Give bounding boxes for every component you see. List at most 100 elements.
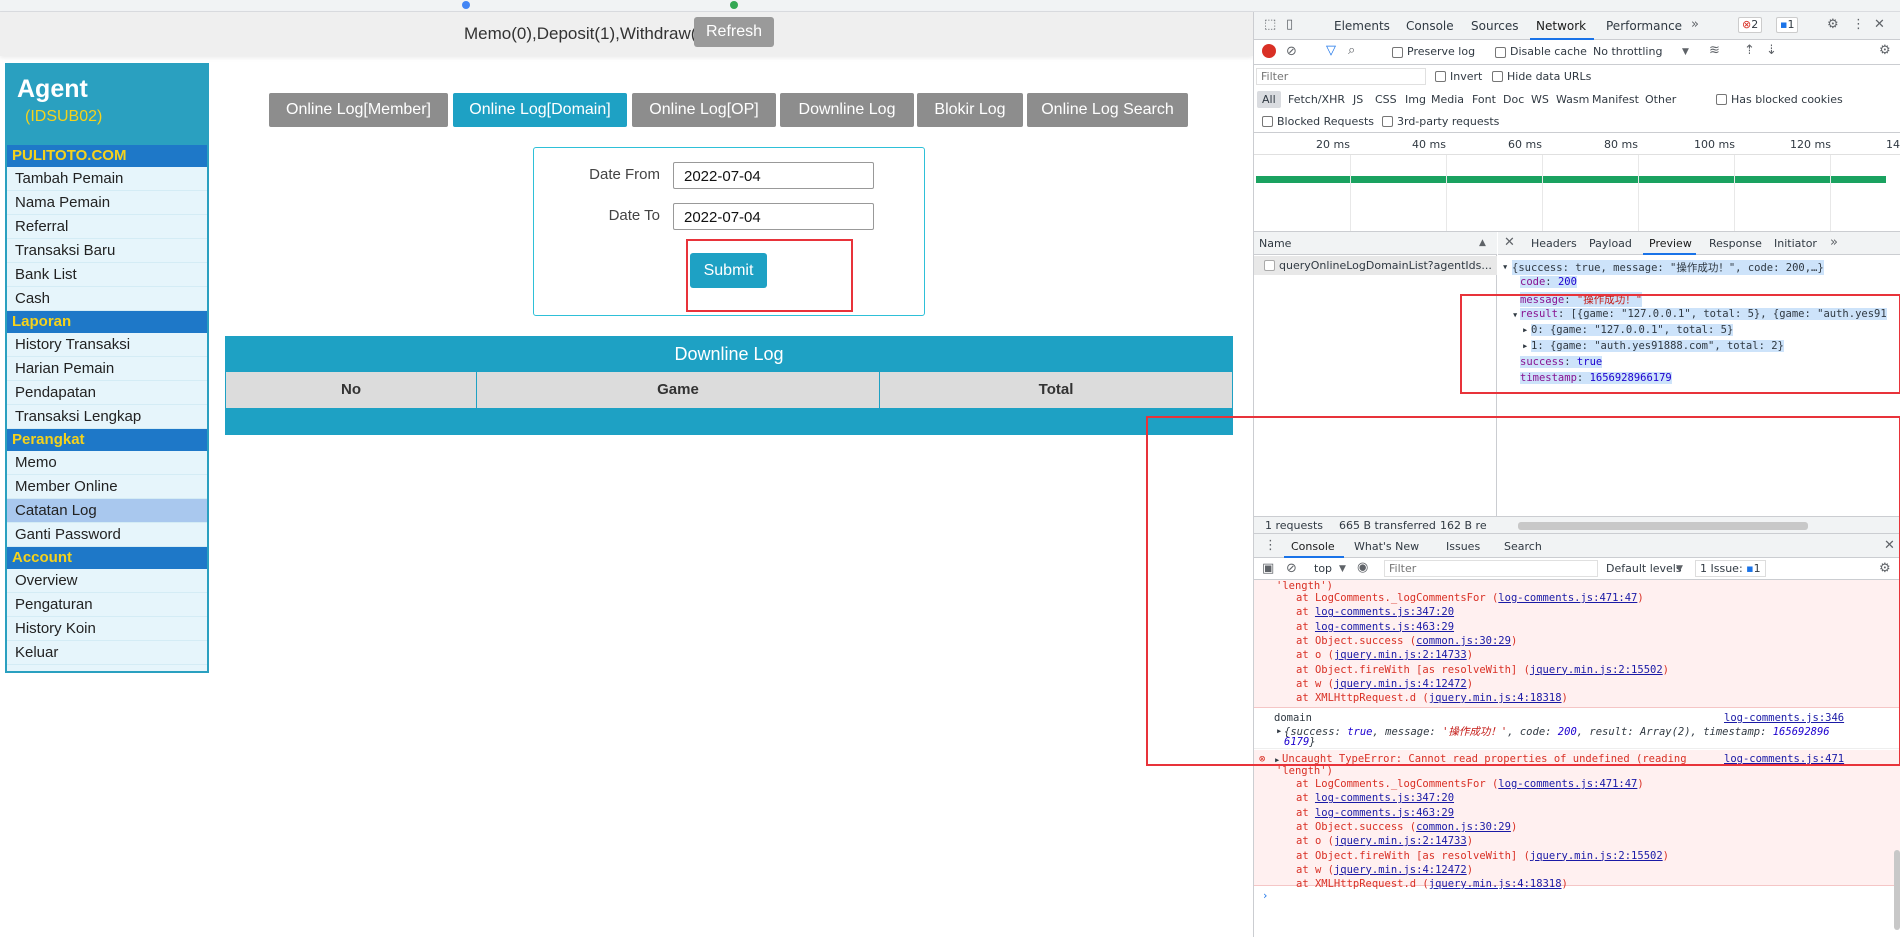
inspect-element-icon[interactable]: ⬚ — [1264, 18, 1276, 32]
disable-cache-checkbox[interactable] — [1495, 47, 1506, 58]
tab-performance[interactable]: Performance — [1606, 19, 1682, 33]
import-icon[interactable]: ⇡ — [1744, 44, 1755, 58]
console-prompt-icon[interactable]: › — [1262, 890, 1268, 902]
request-row[interactable]: queryOnlineLogDomainList?agentIds... — [1254, 256, 1497, 275]
stack-frame-link[interactable]: jquery.min.js:4:18318 — [1429, 878, 1562, 890]
tab-downline-log[interactable]: Downline Log — [780, 93, 914, 127]
tab-online-log-member[interactable]: Online Log[Member] — [269, 93, 448, 127]
sidebar-item-overview[interactable]: Overview — [7, 569, 207, 593]
column-game: Game — [477, 372, 880, 408]
export-icon[interactable]: ⇣ — [1766, 44, 1777, 58]
type-filter-media[interactable]: Media — [1431, 93, 1464, 106]
console-scrollbar[interactable] — [1894, 850, 1900, 930]
info-badge[interactable]: ▪1 — [1776, 17, 1799, 33]
timeline-tick: 80 ms — [1604, 138, 1638, 151]
close-devtools-icon[interactable]: ✕ — [1874, 18, 1885, 32]
name-column-header[interactable]: Name — [1259, 237, 1291, 250]
stack-frame-link[interactable]: jquery.min.js:2:14733 — [1334, 835, 1467, 847]
expand-arrow-icon[interactable]: ▾ — [1502, 261, 1508, 273]
more-detail-tabs-icon[interactable]: » — [1830, 236, 1838, 250]
stack-frame-link[interactable]: log-comments.js:347:20 — [1315, 792, 1454, 804]
sidebar-item-history-koin[interactable]: History Koin — [7, 617, 207, 641]
type-filter-img[interactable]: Img — [1405, 93, 1426, 106]
type-filter-css[interactable]: CSS — [1375, 93, 1397, 106]
invert-checkbox[interactable] — [1435, 71, 1446, 82]
sidebar-item-catatan-log[interactable]: Catatan Log — [7, 499, 207, 523]
sidebar-item-memo[interactable]: Memo — [7, 451, 207, 475]
detail-tab-payload[interactable]: Payload — [1589, 237, 1632, 250]
sidebar-item-history-transaksi[interactable]: History Transaksi — [7, 333, 207, 357]
more-options-icon[interactable]: ⋮ — [1852, 18, 1865, 32]
sidebar-item-transaksi-lengkap[interactable]: Transaksi Lengkap — [7, 405, 207, 429]
network-settings-icon[interactable]: ⚙ — [1879, 44, 1891, 58]
stack-frame: at o (jquery.min.js:2:14733) — [1296, 835, 1474, 848]
search-icon[interactable]: ⌕ — [1348, 44, 1355, 58]
clear-icon[interactable]: ⊘ — [1286, 45, 1297, 59]
sidebar-item-nama-pemain[interactable]: Nama Pemain — [7, 191, 207, 215]
type-filter-manifest[interactable]: Manifest — [1592, 93, 1639, 106]
type-filter-all[interactable]: All — [1257, 91, 1281, 108]
file-icon — [1264, 260, 1275, 271]
tab-console[interactable]: Console — [1406, 19, 1454, 33]
sidebar-item-harian-pemain[interactable]: Harian Pemain — [7, 357, 207, 381]
stack-frame-link[interactable]: common.js:30:29 — [1416, 821, 1511, 833]
tab-elements[interactable]: Elements — [1334, 19, 1390, 33]
more-tabs-icon[interactable]: » — [1691, 18, 1699, 32]
type-filter-ws[interactable]: WS — [1531, 93, 1549, 106]
network-filter-input[interactable]: Filter — [1256, 68, 1426, 85]
sidebar-item-ganti-password[interactable]: Ganti Password — [7, 523, 207, 547]
type-filter-wasm[interactable]: Wasm — [1556, 93, 1589, 106]
settings-icon[interactable]: ⚙ — [1827, 18, 1839, 32]
tab-online-log-search[interactable]: Online Log Search — [1027, 93, 1188, 127]
timeline-grid — [1638, 155, 1639, 231]
devtools-panel: ⬚ ▯ Elements Console Sources Network Per… — [1146, 12, 1900, 937]
sidebar-item-member-online[interactable]: Member Online — [7, 475, 207, 499]
timeline-tick: 40 ms — [1412, 138, 1446, 151]
stack-frame-link[interactable]: jquery.min.js:2:15502 — [1530, 850, 1663, 862]
sidebar-item-cash[interactable]: Cash — [7, 287, 207, 311]
detail-tab-headers[interactable]: Headers — [1531, 237, 1577, 250]
sidebar-item-referral[interactable]: Referral — [7, 215, 207, 239]
detail-tab-response[interactable]: Response — [1709, 237, 1762, 250]
stack-frame-link[interactable]: log-comments.js:471:47 — [1498, 778, 1637, 790]
sidebar-item-transaksi-baru[interactable]: Transaksi Baru — [7, 239, 207, 263]
detail-tab-initiator[interactable]: Initiator — [1774, 237, 1817, 250]
type-filter-other[interactable]: Other — [1645, 93, 1676, 106]
type-filter-js[interactable]: JS — [1353, 93, 1363, 106]
tab-sources[interactable]: Sources — [1471, 19, 1518, 33]
sidebar-item-tambah-pemain[interactable]: Tambah Pemain — [7, 167, 207, 191]
sidebar-item-bank-list[interactable]: Bank List — [7, 263, 207, 287]
date-from-input[interactable]: 2022-07-04 — [673, 162, 874, 189]
throttling-select[interactable]: No throttling — [1593, 45, 1662, 58]
third-party-label: 3rd-party requests — [1397, 115, 1500, 128]
blocked-requests-checkbox[interactable] — [1262, 116, 1273, 127]
sidebar-item-pendapatan[interactable]: Pendapatan — [7, 381, 207, 405]
sidebar-item-pengaturan[interactable]: Pengaturan — [7, 593, 207, 617]
tab-online-log-domain[interactable]: Online Log[Domain] — [453, 93, 627, 127]
type-filter-doc[interactable]: Doc — [1503, 93, 1524, 106]
stack-frame-link[interactable]: log-comments.js:463:29 — [1315, 807, 1454, 819]
detail-tab-preview[interactable]: Preview — [1649, 237, 1692, 250]
table-footer — [225, 408, 1233, 435]
sidebar-item-keluar[interactable]: Keluar — [7, 641, 207, 665]
close-detail-icon[interactable]: ✕ — [1504, 236, 1515, 250]
stack-frame-link[interactable]: jquery.min.js:4:12472 — [1334, 864, 1467, 876]
record-icon[interactable] — [1262, 44, 1276, 58]
tab-blokir-log[interactable]: Blokir Log — [917, 93, 1023, 127]
disable-cache-label: Disable cache — [1510, 45, 1587, 58]
network-conditions-icon[interactable]: ≋ — [1709, 44, 1720, 58]
tab-network[interactable]: Network — [1536, 19, 1586, 33]
date-to-input[interactable]: 2022-07-04 — [673, 203, 874, 230]
blocked-cookies-checkbox[interactable] — [1716, 94, 1727, 105]
type-filter-xhr[interactable]: Fetch/XHR — [1288, 93, 1345, 106]
third-party-checkbox[interactable] — [1382, 116, 1393, 127]
preserve-log-checkbox[interactable] — [1392, 47, 1403, 58]
type-filter-font[interactable]: Font — [1472, 93, 1496, 106]
error-badge[interactable]: ⊗2 — [1738, 17, 1763, 33]
device-toolbar-icon[interactable]: ▯ — [1286, 18, 1293, 32]
filter-icon[interactable]: ▽ — [1326, 44, 1336, 58]
hide-data-urls-checkbox[interactable] — [1492, 71, 1503, 82]
tab-online-log-op[interactable]: Online Log[OP] — [632, 93, 776, 127]
refresh-button[interactable]: Refresh — [694, 17, 774, 47]
network-toolbar: ⊘ ▽ ⌕ Preserve log Disable cache No thro… — [1254, 40, 1900, 65]
